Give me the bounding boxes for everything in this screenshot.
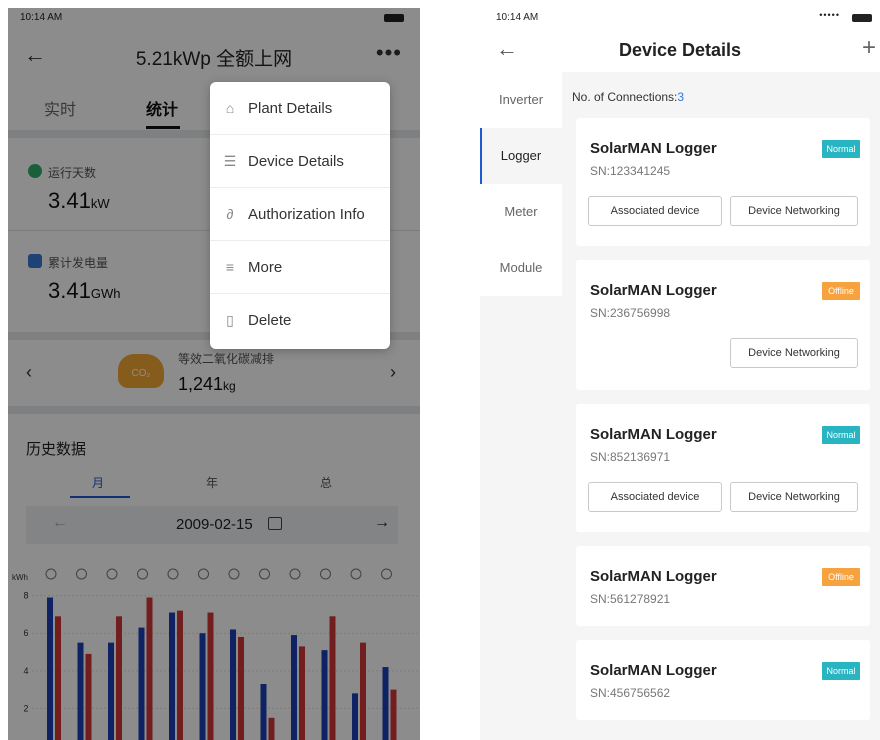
status-badge: Offline [822, 282, 860, 300]
device-card[interactable]: SolarMAN Logger Normal SN:852136971 Asso… [576, 404, 870, 532]
home-icon: ⌂ [225, 100, 235, 116]
sidebar-item-logger[interactable]: Logger [480, 128, 562, 184]
status-badge: Normal [822, 662, 860, 680]
status-badge: Offline [822, 568, 860, 586]
menu-item-more[interactable]: ≡ More [210, 241, 390, 294]
device-name: SolarMAN Logger [590, 426, 717, 443]
status-time: 10:14 AM [496, 12, 539, 23]
device-networking-button[interactable]: Device Networking [730, 482, 858, 512]
right-screen: 10:14 AM ••••• ← Device Details + Invert… [480, 8, 880, 740]
signal-icon: ••••• [819, 10, 840, 20]
menu-item-delete[interactable]: ▯ Delete [210, 294, 390, 347]
device-sn: SN:236756998 [590, 306, 671, 320]
device-name: SolarMAN Logger [590, 568, 717, 585]
page-title: Device Details [618, 40, 742, 60]
menu-item-label: Authorization Info [248, 206, 365, 223]
device-sn: SN:852136971 [590, 450, 671, 464]
menu-item-label: More [248, 259, 283, 276]
menu-item-label: Device Details [248, 153, 344, 170]
device-card[interactable]: SolarMAN Logger Normal SN:123341245 Asso… [576, 118, 870, 246]
device-sn: SN:123341245 [590, 164, 671, 178]
connections-count: No. of Connections:3 [572, 90, 685, 104]
sidebar-item-label: Logger [500, 148, 542, 163]
menu-item-label: Delete [248, 312, 292, 329]
device-sn: SN:456756562 [590, 686, 671, 700]
device-networking-button[interactable]: Device Networking [730, 338, 858, 368]
add-icon[interactable]: + [862, 34, 876, 62]
sidebar-item-meter[interactable]: Meter [480, 184, 562, 240]
list-icon: ≡ [225, 259, 235, 275]
menu-item-device-details[interactable]: ☰ Device Details [210, 135, 390, 188]
device-card[interactable]: SolarMAN Logger Offline SN:236756998 Dev… [576, 260, 870, 390]
menu-item-authorization-info[interactable]: ∂ Authorization Info [210, 188, 390, 241]
device-card[interactable]: SolarMAN Logger Offline SN:561278921 [576, 546, 870, 626]
left-screen: 10:14 AM ← 5.21kWp 全额上网 ••• 实时 统计 运行天数 3… [8, 8, 420, 740]
battery-icon [852, 14, 872, 22]
device-name: SolarMAN Logger [590, 662, 717, 679]
device-card[interactable]: SolarMAN Logger Normal SN:456756562 [576, 640, 870, 720]
device-icon: ☰ [223, 153, 237, 169]
link-icon: ∂ [226, 206, 234, 222]
menu-item-label: Plant Details [248, 100, 333, 117]
status-badge: Normal [822, 140, 860, 158]
device-networking-button[interactable]: Device Networking [730, 196, 858, 226]
associated-device-button[interactable]: Associated device [588, 482, 722, 512]
active-indicator [480, 128, 482, 184]
associated-device-button[interactable]: Associated device [588, 196, 722, 226]
device-list: No. of Connections:3 SolarMAN Logger Nor… [564, 72, 880, 740]
device-name: SolarMAN Logger [590, 140, 717, 157]
sidebar-item-module[interactable]: Module [480, 240, 562, 296]
status-bar: 10:14 AM ••••• [480, 8, 880, 30]
device-sn: SN:561278921 [590, 592, 671, 606]
sidebar-item-inverter[interactable]: Inverter [480, 72, 562, 128]
popup-menu: ⌂ Plant Details ☰ Device Details ∂ Autho… [210, 82, 390, 349]
status-badge: Normal [822, 426, 860, 444]
menu-item-plant-details[interactable]: ⌂ Plant Details [210, 82, 390, 135]
device-name: SolarMAN Logger [590, 282, 717, 299]
trash-icon: ▯ [226, 312, 234, 328]
